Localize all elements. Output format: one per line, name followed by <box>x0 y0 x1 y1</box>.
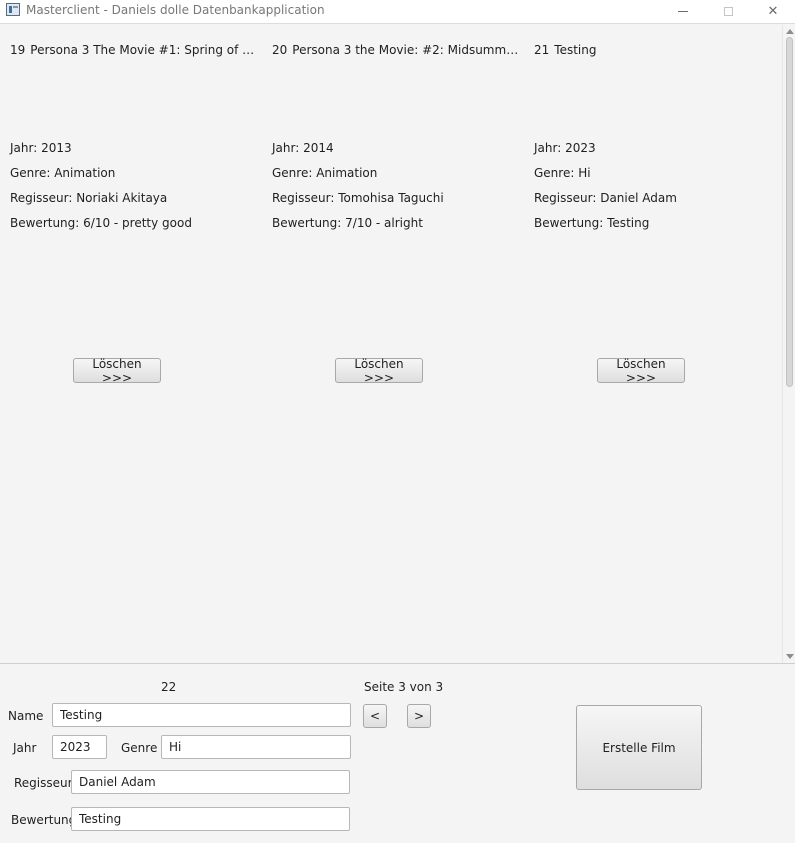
movie-id: 19 <box>10 43 26 57</box>
director-input[interactable] <box>71 770 350 794</box>
movie-rating: Bewertung: 6/10 - pretty good <box>10 216 192 230</box>
movie-title: 21 Testing <box>534 43 782 57</box>
movie-title-text: Testing <box>554 43 597 57</box>
genre-input[interactable] <box>161 735 351 759</box>
movie-genre: Genre: Hi <box>534 166 591 180</box>
close-button[interactable]: ✕ <box>753 0 793 22</box>
year-label: Jahr <box>13 741 37 755</box>
movie-director: Regisseur: Noriaki Akitaya <box>10 191 168 205</box>
create-movie-button[interactable]: Erstelle Film <box>576 705 702 790</box>
movie-id: 21 <box>534 43 550 57</box>
movie-title-text: Persona 3 the Movie: #2: Midsummer Knigh… <box>292 43 520 57</box>
previous-page-button[interactable]: < <box>363 704 387 728</box>
movie-title: 19 Persona 3 The Movie #1: Spring of Birt… <box>10 43 258 57</box>
minimize-button[interactable] <box>663 0 703 22</box>
year-input[interactable] <box>52 735 107 759</box>
movie-card: 20 Persona 3 the Movie: #2: Midsummer Kni… <box>272 25 527 425</box>
vertical-scrollbar[interactable] <box>782 25 795 663</box>
name-input[interactable] <box>52 703 351 727</box>
app-icon <box>6 3 20 16</box>
genre-label: Genre <box>121 741 158 755</box>
movie-genre: Genre: Animation <box>10 166 116 180</box>
delete-movie-button[interactable]: Löschen >>> <box>597 357 685 385</box>
director-label: Regisseur <box>14 776 73 790</box>
next-page-button[interactable]: > <box>407 704 431 728</box>
name-label: Name <box>8 709 44 723</box>
delete-movie-button[interactable]: Löschen >>> <box>335 357 423 385</box>
movie-title-text: Persona 3 The Movie #1: Spring of Birth <box>30 43 258 57</box>
minimize-icon <box>678 10 688 12</box>
movie-year: Jahr: 2014 <box>272 141 334 155</box>
scroll-up-icon[interactable] <box>786 29 794 34</box>
rating-input[interactable] <box>71 807 350 831</box>
movie-year: Jahr: 2013 <box>10 141 72 155</box>
close-icon: ✕ <box>767 3 779 19</box>
movie-rating: Bewertung: 7/10 - alright <box>272 216 423 230</box>
scroll-down-icon[interactable] <box>786 654 794 659</box>
movie-title: 20 Persona 3 the Movie: #2: Midsummer Kni… <box>272 43 520 57</box>
rating-label: Bewertung <box>11 813 77 827</box>
delete-movie-button[interactable]: Löschen >>> <box>73 357 161 385</box>
title-bar: Masterclient - Daniels dolle Datenbankap… <box>0 0 795 24</box>
movie-card: 21 Testing Jahr: 2023 Genre: Hi Regisseur… <box>534 25 789 425</box>
movie-rating: Bewertung: Testing <box>534 216 650 230</box>
divider <box>0 663 795 664</box>
window-title: Masterclient - Daniels dolle Datenbankap… <box>26 3 325 17</box>
next-id-label: 22 <box>161 680 177 694</box>
movie-genre: Genre: Animation <box>272 166 378 180</box>
page-indicator: Seite 3 von 3 <box>364 680 444 694</box>
maximize-button[interactable] <box>708 0 748 22</box>
movie-year: Jahr: 2023 <box>534 141 596 155</box>
scroll-thumb[interactable] <box>786 37 793 387</box>
movie-card: 19 Persona 3 The Movie #1: Spring of Birt… <box>10 25 265 425</box>
movie-director: Regisseur: Daniel Adam <box>534 191 677 205</box>
maximize-icon <box>723 6 733 16</box>
movie-director: Regisseur: Tomohisa Taguchi <box>272 191 444 205</box>
movie-id: 20 <box>272 43 288 57</box>
